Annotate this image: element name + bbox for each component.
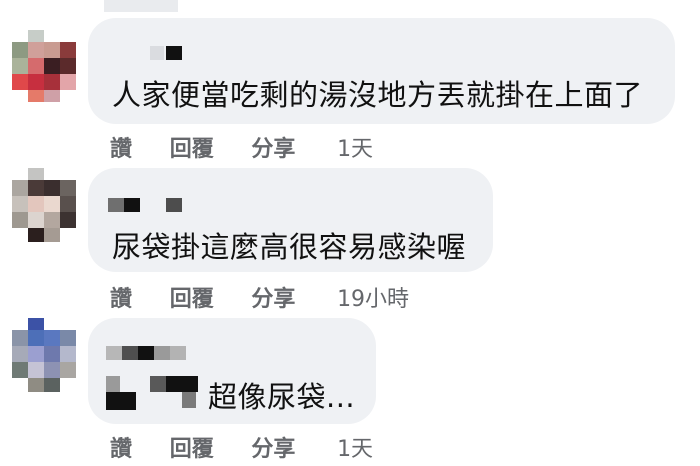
comment-text: 人家便當吃剩的湯沒地方丟就掛在上面了 <box>112 78 644 112</box>
comment-text: 超像尿袋... <box>208 380 356 414</box>
comment-actions: 讚 回覆 分享 1天 <box>110 431 403 463</box>
avatar[interactable] <box>12 318 76 392</box>
comment-timestamp[interactable]: 1天 <box>337 131 373 163</box>
previous-comment-edge <box>104 0 178 12</box>
reply-button[interactable]: 回覆 <box>170 131 214 163</box>
reply-button[interactable]: 回覆 <box>170 431 214 463</box>
comment-bubble: 人家便當吃剩的湯沒地方丟就掛在上面了 <box>88 18 675 124</box>
comment-text: 尿袋掛這麼高很容易感染喔 <box>112 230 467 264</box>
comment-actions: 讚 回覆 分享 1天 <box>110 131 403 163</box>
like-button[interactable]: 讚 <box>110 281 132 313</box>
share-button[interactable]: 分享 <box>251 131 295 163</box>
comments-page: 人家便當吃剩的湯沒地方丟就掛在上面了 讚 回覆 分享 1天 尿袋掛這麼高很容易感… <box>0 0 700 466</box>
comment-actions: 讚 回覆 分享 19小時 <box>110 281 439 313</box>
avatar[interactable] <box>12 30 76 102</box>
comment-bubble: 尿袋掛這麼高很容易感染喔 <box>88 168 493 272</box>
reply-button[interactable]: 回覆 <box>170 281 214 313</box>
comment-timestamp[interactable]: 1天 <box>337 431 373 463</box>
avatar[interactable] <box>12 168 76 242</box>
comment-timestamp[interactable]: 19小時 <box>337 281 409 313</box>
share-button[interactable]: 分享 <box>251 431 295 463</box>
share-button[interactable]: 分享 <box>251 281 295 313</box>
comment-bubble: 超像尿袋... <box>88 318 376 424</box>
like-button[interactable]: 讚 <box>110 131 132 163</box>
like-button[interactable]: 讚 <box>110 431 132 463</box>
